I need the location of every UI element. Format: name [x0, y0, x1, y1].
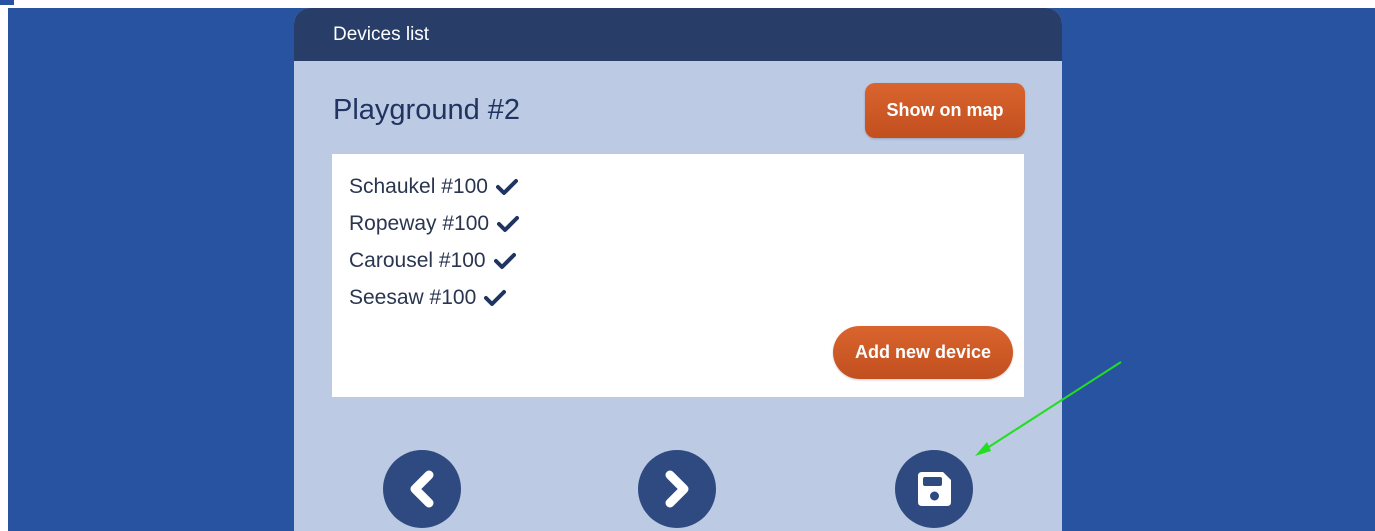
device-label: Ropeway #100	[349, 211, 490, 235]
device-item[interactable]: Ropeway #100	[349, 205, 520, 242]
device-item[interactable]: Schaukel #100	[349, 168, 519, 205]
device-label: Carousel #100	[349, 248, 486, 272]
check-icon	[484, 289, 507, 307]
device-item[interactable]: Carousel #100	[349, 242, 519, 279]
device-label: Schaukel #100	[349, 174, 488, 198]
edge-marker	[0, 0, 14, 5]
panel-header: Devices list	[294, 8, 1062, 61]
show-on-map-button[interactable]: Show on map	[865, 83, 1025, 138]
chevron-right-icon	[665, 470, 689, 508]
next-button[interactable]	[638, 450, 716, 528]
save-button[interactable]	[895, 450, 973, 528]
check-icon	[495, 178, 518, 196]
device-list: Schaukel #100 Ropeway #100 Carousel #100…	[349, 168, 520, 316]
check-icon	[497, 215, 520, 233]
device-label: Seesaw #100	[349, 285, 477, 309]
page-title: Playground #2	[333, 94, 521, 126]
check-icon	[493, 252, 516, 270]
previous-button[interactable]	[383, 450, 461, 528]
device-item[interactable]: Seesaw #100	[349, 279, 519, 316]
add-new-device-button[interactable]: Add new device	[833, 326, 1013, 379]
chevron-left-icon	[410, 470, 434, 508]
floppy-disk-icon	[918, 472, 951, 506]
header-title: Devices list	[333, 23, 430, 45]
device-list-box: Schaukel #100 Ropeway #100 Carousel #100…	[332, 154, 1024, 397]
devices-panel: Devices list Playground #2 Show on map S…	[294, 8, 1062, 531]
